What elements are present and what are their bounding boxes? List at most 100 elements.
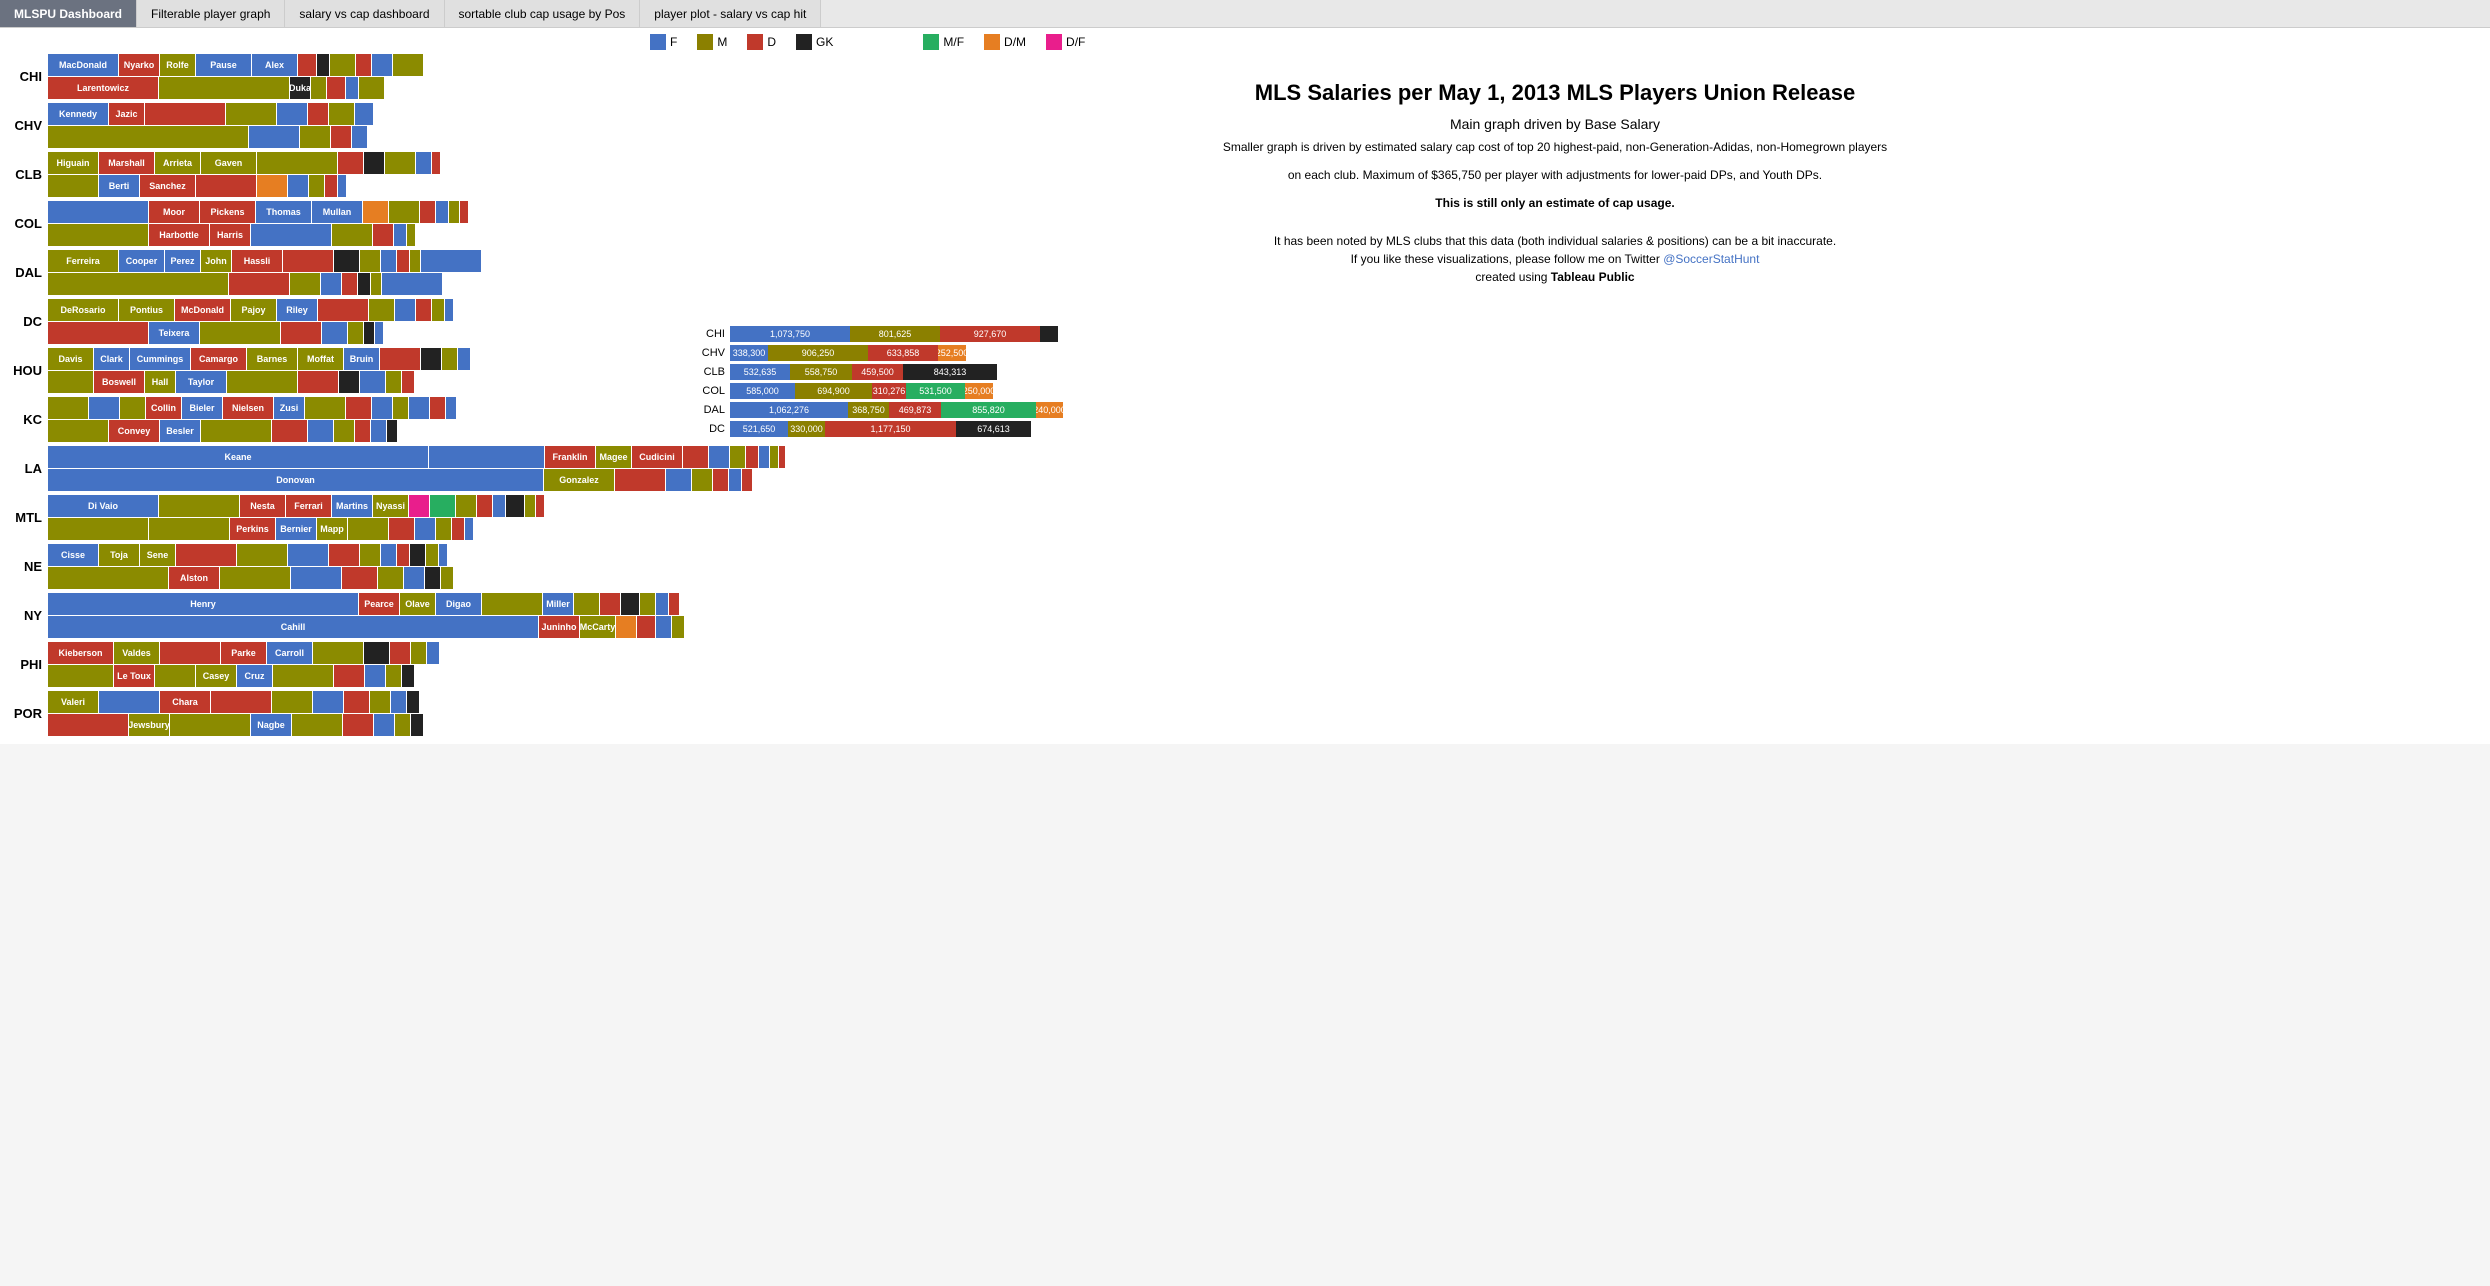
team-label-hou: HOU (8, 363, 48, 378)
legend-color-GK (796, 34, 812, 50)
block-por-b1 (99, 691, 159, 713)
block-hou-r1 (380, 348, 420, 370)
block-bieler: Bieler (182, 397, 222, 419)
block-mtl-g1 (430, 495, 455, 517)
team-row-kc: KC Collin Bieler Nielsen Zusi (8, 397, 620, 442)
block-kc-r3 (272, 420, 307, 442)
block-mtl-r3 (389, 518, 414, 540)
block-col-b1 (436, 201, 448, 223)
block-ne-o6 (441, 567, 453, 589)
block-phi-r2 (390, 642, 410, 664)
block-kc-r4 (355, 420, 370, 442)
block-dc-r1 (318, 299, 368, 321)
main-container: F M D GK M/F D/M D/F (0, 28, 2490, 744)
block-letoux: Le Toux (114, 665, 154, 687)
tab-sortable-club[interactable]: sortable club cap usage by Pos (445, 0, 641, 27)
block-ne-r3 (397, 544, 409, 566)
legend-color-F (650, 34, 666, 50)
block-ne-bk1 (410, 544, 425, 566)
tab-bar: MLSPU Dashboard Filterable player graph … (0, 0, 2490, 28)
bar-dc-M: 330,000 (788, 421, 825, 437)
team-label-col: COL (8, 216, 48, 231)
block-kc-o6 (201, 420, 271, 442)
block-por-b2 (313, 691, 343, 713)
info-note-1: It has been noted by MLS clubs that this… (680, 232, 2430, 250)
block-clb-o3 (48, 175, 98, 197)
bar-clb-M: 558,750 (790, 364, 852, 380)
block-ne-o3 (426, 544, 438, 566)
block-mtl-b1 (493, 495, 505, 517)
team-row-ny: NY Henry Pearce Olave Digao Miller (8, 593, 620, 638)
block-dc-b1 (395, 299, 415, 321)
bar-row-clb: CLB 532,635 558,750 459,500 843,313 (700, 364, 2430, 380)
block-hou-o4 (386, 371, 401, 393)
tab-mlspu-dashboard[interactable]: MLSPU Dashboard (0, 0, 137, 27)
block-moor: Moor (149, 201, 199, 223)
block-col-or1 (363, 201, 388, 223)
block-mapp: Mapp (317, 518, 347, 540)
legend-MF: M/F (923, 34, 964, 50)
block-col-o4 (332, 224, 372, 246)
team-row-mtl: MTL Di Vaio Nesta Ferrari Martins Nyassi (8, 495, 620, 540)
block-clb-r4 (325, 175, 337, 197)
block-chv-large (48, 126, 248, 148)
block-por-bk1 (407, 691, 419, 713)
block-ferreira: Ferreira (48, 250, 118, 272)
block-kieberson: Kieberson (48, 642, 113, 664)
block-gaven: Gaven (201, 152, 256, 174)
legend-color-M (697, 34, 713, 50)
block-harris: Harris (210, 224, 250, 246)
block-chv-o2 (329, 103, 354, 125)
block-chv-r3 (331, 126, 351, 148)
tab-player-plot[interactable]: player plot - salary vs cap hit (640, 0, 821, 27)
block-dal-r2 (397, 250, 409, 272)
block-sanchez: Sanchez (140, 175, 195, 197)
block-chi-duka: Duka (290, 77, 310, 99)
tab-filterable-player[interactable]: Filterable player graph (137, 0, 285, 27)
block-keane: Keane (48, 446, 428, 468)
block-cummings: Cummings (130, 348, 190, 370)
block-nesta: Nesta (240, 495, 285, 517)
team-label-ne: NE (8, 559, 48, 574)
team-row-phi: PHI Kieberson Valdes Parke Carroll (8, 642, 620, 687)
block-ne-large (48, 567, 168, 589)
block-dc-bk1 (364, 322, 374, 344)
bar-chi-F: 1,073,750 (730, 326, 850, 342)
block-cisse: Cisse (48, 544, 98, 566)
block-por-b3 (391, 691, 406, 713)
block-phi-o2 (411, 642, 426, 664)
block-kc-b1 (89, 397, 119, 419)
block-dal-b1 (381, 250, 396, 272)
block-hou-r3 (402, 371, 414, 393)
block-mtl-r2 (536, 495, 544, 517)
block-clb-or1 (257, 175, 287, 197)
block-camargo: Camargo (191, 348, 246, 370)
block-riley: Riley (277, 299, 317, 321)
block-henry: Henry (48, 593, 358, 615)
block-ne-o1 (237, 544, 287, 566)
block-duka-row (159, 77, 289, 99)
block-pontius: Pontius (119, 299, 174, 321)
block-mullan: Mullan (312, 201, 362, 223)
block-moffat: Moffat (298, 348, 343, 370)
block-col-b3 (394, 224, 406, 246)
block-perez: Perez (165, 250, 200, 272)
block-ny-o2 (574, 593, 599, 615)
block-collin: Collin (146, 397, 181, 419)
block-clb-b3 (288, 175, 308, 197)
block-kc-b4 (446, 397, 456, 419)
block-perkins: Perkins (230, 518, 275, 540)
block-martins: Martins (332, 495, 372, 517)
bar-chi-D: 927,670 (940, 326, 1040, 342)
bar-chv-D: 633,858 (868, 345, 938, 361)
bar-row-col: COL 585,000 694,900 310,276 531,500 250,… (700, 383, 2430, 399)
block-col-r3 (373, 224, 393, 246)
block-clb-r3 (196, 175, 256, 197)
block-chi-r2 (327, 77, 345, 99)
block-larentowicz: Larentowicz (48, 77, 158, 99)
block-kc-b2 (372, 397, 392, 419)
block-carroll: Carroll (267, 642, 312, 664)
block-mtl-r1 (477, 495, 492, 517)
twitter-link[interactable]: @SoccerStatHunt (1663, 252, 1759, 266)
tab-salary-vs-cap[interactable]: salary vs cap dashboard (285, 0, 444, 27)
